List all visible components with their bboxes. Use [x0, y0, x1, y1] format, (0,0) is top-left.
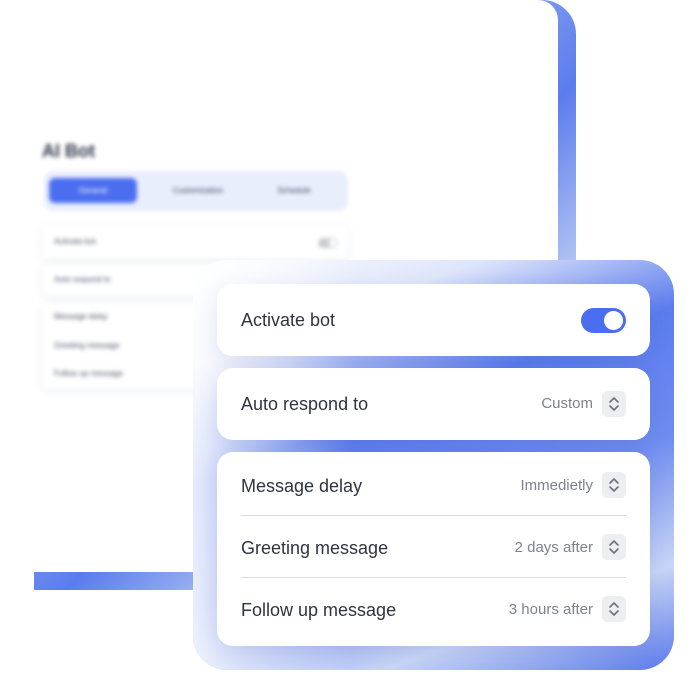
auto-respond-value[interactable]: Custom: [541, 395, 593, 412]
divider: [241, 577, 626, 578]
updown-chevron-icon: [609, 540, 619, 554]
updown-chevron-icon: [609, 478, 619, 492]
tab-bar: General Customization Schedule: [44, 171, 348, 211]
follow-up-message-value[interactable]: 3 hours after: [509, 601, 593, 618]
auto-respond-label: Auto respond to: [241, 394, 369, 414]
toggle-knob: [604, 311, 623, 330]
back-row-label: Greeting message: [54, 341, 120, 350]
activate-bot-card: Activate bot: [217, 284, 650, 356]
back-row-activate-bot: Activate bot: [42, 225, 348, 259]
timing-card: Message delay Immedietly Greeting messag…: [217, 452, 650, 646]
message-delay-value[interactable]: Immedietly: [520, 477, 593, 494]
page-title: AI Bot: [42, 141, 95, 161]
follow-up-message-stepper[interactable]: [602, 596, 626, 622]
greeting-message-stepper[interactable]: [602, 534, 626, 560]
tab-schedule[interactable]: Schedule: [244, 178, 344, 203]
activate-bot-toggle[interactable]: [581, 308, 626, 333]
tab-customization[interactable]: Customization: [154, 178, 242, 203]
back-row-label: Message delay: [54, 312, 108, 321]
follow-up-message-label: Follow up message: [241, 600, 397, 620]
activate-bot-label: Activate bot: [241, 310, 336, 330]
greeting-message-value[interactable]: 2 days after: [515, 539, 593, 556]
message-delay-label: Message delay: [241, 476, 363, 496]
back-toggle[interactable]: [318, 238, 338, 248]
back-row-label: Activate bot: [54, 237, 96, 246]
message-delay-stepper[interactable]: [602, 472, 626, 498]
updown-chevron-icon: [609, 602, 619, 616]
back-row-label: Auto respond to: [54, 275, 111, 284]
auto-respond-stepper[interactable]: [602, 391, 626, 417]
greeting-message-label: Greeting message: [241, 538, 389, 558]
auto-respond-card: Auto respond to Custom: [217, 368, 650, 440]
tab-general[interactable]: General: [49, 178, 137, 203]
back-row-label: Follow up message: [54, 369, 123, 378]
divider: [241, 515, 626, 516]
updown-chevron-icon: [609, 397, 619, 411]
